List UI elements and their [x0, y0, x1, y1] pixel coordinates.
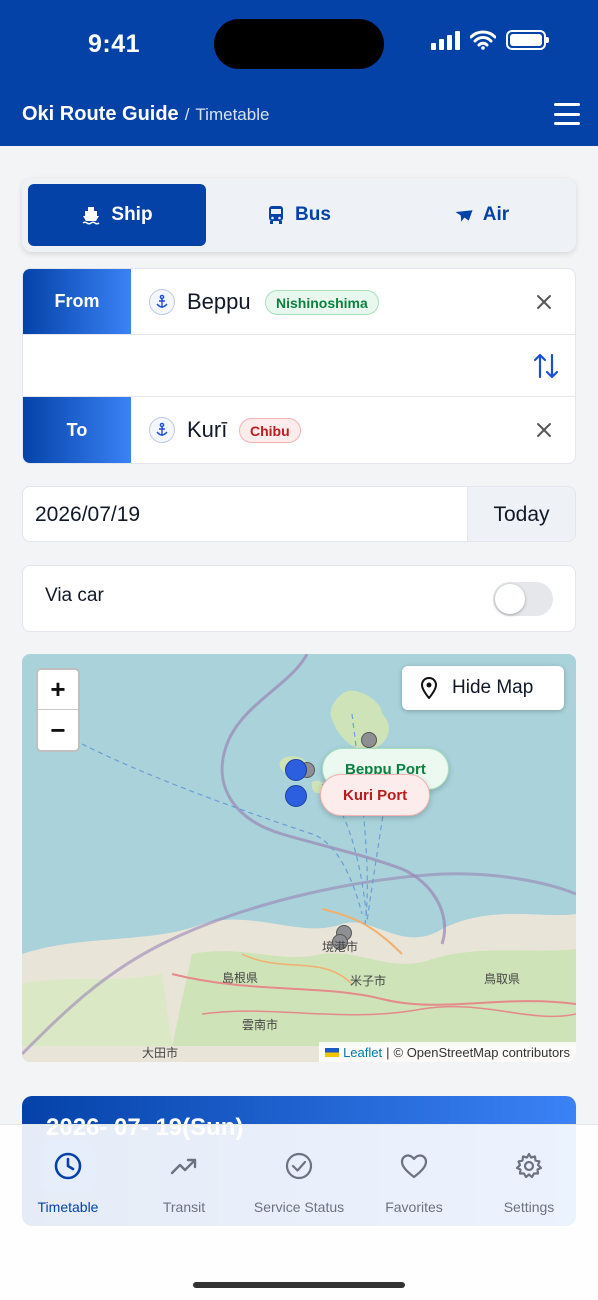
anchor-icon: [149, 417, 175, 443]
from-island-badge: Nishinoshima: [265, 290, 379, 315]
gear-icon: [515, 1152, 543, 1179]
from-label: From: [23, 269, 131, 334]
tab-service-status-label: Service Status: [253, 1199, 345, 1215]
date-picker: 2026/07/19 Today: [22, 486, 576, 542]
zoom-control: + −: [36, 668, 80, 752]
tab-transit-label: Transit: [162, 1199, 206, 1215]
map-place-label: 鳥取県: [484, 972, 521, 986]
selected-port-marker[interactable]: [285, 785, 307, 807]
map-place-label: 大田市: [142, 1046, 179, 1060]
zoom-in-button[interactable]: +: [38, 670, 78, 710]
page-subtitle: Timetable: [195, 105, 270, 124]
check-circle-icon: [285, 1152, 313, 1180]
to-island-badge: Chibu: [239, 418, 301, 443]
map-place-label: 米子市: [350, 974, 387, 988]
tab-ship-label: Ship: [111, 204, 153, 225]
map-pin-icon: [420, 677, 438, 699]
tab-settings-label: Settings: [503, 1199, 555, 1215]
tab-favorites-label: Favorites: [385, 1199, 443, 1215]
title-separator: /: [184, 105, 190, 124]
to-row[interactable]: To Kurī Chibu: [23, 397, 575, 463]
hide-map-button[interactable]: Hide Map: [402, 666, 564, 710]
today-button[interactable]: Today: [467, 487, 575, 541]
hamburger-icon[interactable]: [554, 103, 580, 125]
ship-icon: [82, 207, 100, 225]
status-time: 9:41: [88, 30, 141, 58]
tab-transit[interactable]: Transit: [125, 1139, 243, 1215]
route-selector: From Beppu Nishinoshima To Kurī Chibu: [22, 268, 576, 464]
tab-timetable[interactable]: Timetable: [9, 1139, 127, 1215]
ukraine-flag-icon: [325, 1047, 340, 1057]
clock-icon: [54, 1152, 82, 1180]
zoom-out-button[interactable]: −: [38, 710, 78, 750]
to-port-name: Kurī: [187, 417, 228, 442]
page-title: Oki Route Guide / Timetable: [22, 103, 269, 126]
map-place-label: 島根県: [222, 971, 259, 985]
leaflet-link[interactable]: Leaflet: [343, 1045, 382, 1060]
tab-air[interactable]: Air: [392, 184, 570, 246]
map-tiles: [22, 654, 576, 1062]
swap-arrows-icon[interactable]: [531, 351, 561, 381]
from-row[interactable]: From Beppu Nishinoshima: [23, 269, 575, 335]
transport-mode-tabs: Ship Bus Air: [22, 178, 576, 252]
swap-row: [23, 335, 575, 397]
bottom-tab-bar: Timetable Transit Service Status Favorit…: [0, 1124, 598, 1300]
tab-settings[interactable]: Settings: [470, 1139, 588, 1215]
close-icon[interactable]: [533, 291, 555, 313]
battery-icon: [506, 30, 549, 50]
to-label: To: [23, 397, 131, 463]
tab-favorites[interactable]: Favorites: [355, 1139, 473, 1215]
app-title: Oki Route Guide: [22, 103, 179, 125]
via-car-toggle[interactable]: [493, 582, 553, 616]
cellular-signal-icon: [431, 30, 460, 50]
tab-service-status[interactable]: Service Status: [240, 1139, 358, 1215]
close-icon[interactable]: [533, 419, 555, 441]
attribution-separator: |: [386, 1044, 390, 1060]
map-place-label: 境港市: [322, 940, 359, 954]
date-input[interactable]: 2026/07/19: [35, 503, 140, 527]
osm-attribution[interactable]: © OpenStreetMap contributors: [394, 1045, 571, 1060]
tab-bus[interactable]: Bus: [210, 184, 388, 246]
status-icons: [431, 30, 549, 50]
trend-icon: [170, 1158, 197, 1175]
hide-map-label: Hide Map: [452, 677, 534, 698]
tab-ship[interactable]: Ship: [28, 184, 206, 246]
via-car-option: Via car: [22, 565, 576, 632]
wifi-icon: [470, 30, 496, 50]
map-popup-to: Kuri Port: [320, 774, 431, 816]
map-place-label: 雲南市: [242, 1018, 279, 1032]
plane-icon: [455, 210, 473, 222]
via-car-label: Via car: [45, 585, 104, 606]
anchor-icon: [149, 289, 175, 315]
port-marker[interactable]: [361, 732, 377, 748]
route-map[interactable]: + − Hide Map Beppu Port Kuri Port 島根県 鳥取…: [22, 654, 576, 1062]
from-port-name: Beppu: [187, 289, 251, 314]
bus-icon: [269, 206, 284, 224]
tab-timetable-label: Timetable: [37, 1199, 99, 1215]
app-header: 9:41 Oki Route Guide / Timetable: [0, 0, 598, 146]
heart-icon: [400, 1154, 428, 1179]
dynamic-island: [214, 19, 384, 69]
tab-bus-label: Bus: [295, 204, 331, 225]
map-attribution: Leaflet | © OpenStreetMap contributors: [319, 1042, 576, 1062]
tab-air-label: Air: [482, 204, 510, 225]
home-indicator: [193, 1282, 405, 1288]
selected-port-marker[interactable]: [285, 759, 307, 781]
